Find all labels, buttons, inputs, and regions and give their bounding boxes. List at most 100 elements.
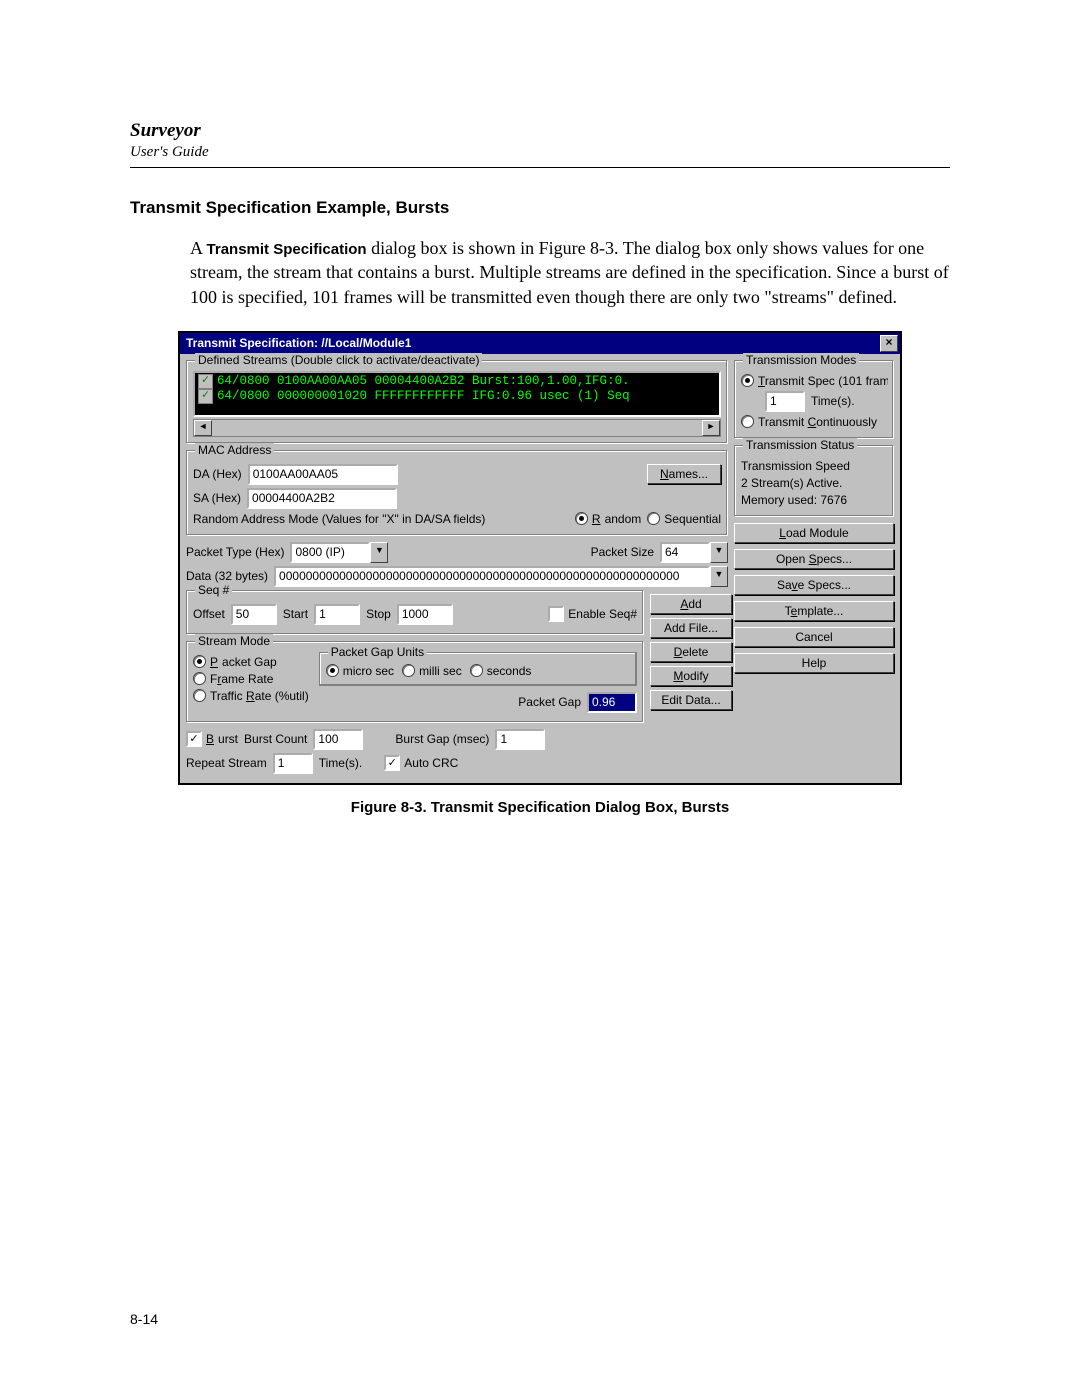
defined-streams-label: Defined Streams (Double click to activat… (195, 353, 482, 367)
burst-checkbox[interactable]: ✓Burst (186, 731, 238, 747)
micro-radio[interactable]: micro sec (326, 664, 394, 678)
tm-times-input[interactable]: 1 (765, 391, 805, 412)
doc-title: Surveyor (130, 120, 950, 142)
packet-size-value[interactable]: 64 (660, 542, 710, 563)
random-mode-label: Random Address Mode (Values for "X" in D… (193, 512, 569, 526)
sequential-radio[interactable]: Sequential (647, 512, 721, 526)
stream-text-1: 64/0800 0100AA00AA05 00004400A2B2 Burst:… (217, 374, 630, 388)
transmit-spec-dialog: Transmit Specification: //Local/Module1 … (178, 331, 902, 785)
packet-gap-units-group: Packet Gap Units micro sec milli sec sec… (319, 652, 637, 686)
horizontal-scrollbar[interactable]: ◄ ► (193, 419, 721, 437)
burst-gap-input[interactable]: 1 (495, 729, 545, 750)
data-label: Data (32 bytes) (186, 569, 268, 583)
traffic-rate-radio[interactable]: Traffic Rate (%util) (193, 689, 309, 703)
transmission-status-group: Transmission Status Transmission Speed 2… (734, 445, 894, 517)
enable-seq-label: Enable Seq# (568, 607, 637, 621)
stop-label: Stop (366, 607, 391, 621)
frame-rate-label: Frame Rate (210, 672, 273, 686)
scroll-left-icon[interactable]: ◄ (194, 420, 212, 436)
modify-button[interactable]: Modify (650, 666, 732, 686)
frame-rate-radio[interactable]: Frame Rate (193, 672, 273, 686)
edit-data-button[interactable]: Edit Data... (650, 690, 732, 710)
data-value[interactable]: 0000000000000000000000000000000000000000… (274, 566, 710, 587)
enable-seq-checkbox[interactable]: Enable Seq# (548, 606, 637, 622)
offset-input[interactable]: 50 (231, 604, 277, 625)
check-icon: ✓ (198, 374, 213, 389)
milli-label: milli sec (419, 664, 462, 678)
chevron-down-icon[interactable]: ▼ (710, 542, 728, 563)
repeat-label: Repeat Stream (186, 756, 267, 770)
traffic-rate-label: Traffic Rate (%util) (210, 689, 309, 703)
da-label: DA (Hex) (193, 467, 242, 481)
sequential-radio-label: Sequential (664, 512, 721, 526)
defined-streams-group: Defined Streams (Double click to activat… (186, 360, 728, 444)
stream-list[interactable]: ✓ 64/0800 0100AA00AA05 00004400A2B2 Burs… (195, 373, 719, 415)
check-icon: ✓ (198, 389, 213, 404)
seconds-label: seconds (487, 664, 532, 678)
tm-times-label: Time(s). (811, 394, 855, 408)
stream-mode-label: Stream Mode (195, 634, 273, 648)
packet-size-dropdown[interactable]: 64 ▼ (660, 542, 728, 563)
milli-radio[interactable]: milli sec (402, 664, 462, 678)
mac-address-group: MAC Address DA (Hex) 0100AA00AA05 NNames… (186, 450, 728, 536)
packet-gap-radio[interactable]: Packet Gap (193, 655, 277, 669)
packet-type-label: Packet Type (Hex) (186, 545, 284, 559)
mac-address-label: MAC Address (195, 443, 274, 457)
packet-gap-input[interactable]: 0.96 (587, 692, 637, 713)
header-rule (130, 167, 950, 168)
times-label: Time(s). (319, 756, 363, 770)
ts-mem: Memory used: 7676 (741, 493, 847, 507)
template-button[interactable]: Template... (734, 601, 894, 621)
da-input[interactable]: 0100AA00AA05 (248, 464, 398, 485)
chevron-down-icon[interactable]: ▼ (370, 542, 388, 563)
para-text-a: A (190, 238, 207, 258)
stream-row-1[interactable]: ✓ 64/0800 0100AA00AA05 00004400A2B2 Burs… (196, 374, 718, 389)
seq-group: Seq # Offset 50 Start 1 Stop 1000 Enab (186, 590, 644, 635)
micro-label: micro sec (343, 664, 394, 678)
dialog-titlebar[interactable]: Transmit Specification: //Local/Module1 … (180, 333, 900, 354)
seconds-radio[interactable]: seconds (470, 664, 532, 678)
start-input[interactable]: 1 (314, 604, 360, 625)
page-number: 8-14 (130, 1311, 158, 1327)
transmission-modes-label: Transmission Modes (743, 353, 859, 367)
dialog-title: Transmit Specification: //Local/Module1 (186, 336, 411, 350)
transmit-spec-radio[interactable]: Transmit Spec (101 frames (741, 374, 888, 388)
open-specs-button[interactable]: Open Specs... (734, 549, 894, 569)
section-heading: Transmit Specification Example, Bursts (130, 198, 950, 218)
random-radio-label: andom (605, 512, 642, 526)
data-dropdown[interactable]: 0000000000000000000000000000000000000000… (274, 566, 728, 587)
packet-type-dropdown[interactable]: 0800 (IP) ▼ (290, 542, 388, 563)
sa-label: SA (Hex) (193, 491, 241, 505)
packet-type-value[interactable]: 0800 (IP) (290, 542, 370, 563)
names-button[interactable]: NNames...ames... (647, 464, 721, 484)
load-module-button[interactable]: Load Module (734, 523, 894, 543)
random-radio[interactable]: Random (575, 512, 641, 526)
help-button[interactable]: Help (734, 653, 894, 673)
stop-input[interactable]: 1000 (397, 604, 453, 625)
repeat-input[interactable]: 1 (273, 753, 313, 774)
stream-mode-group: Stream Mode Packet Gap Frame Rate Traffi… (186, 641, 644, 723)
transmission-status-label: Transmission Status (743, 438, 857, 452)
cancel-button[interactable]: Cancel (734, 627, 894, 647)
packet-gap-label: Packet Gap (518, 695, 581, 709)
start-label: Start (283, 607, 308, 621)
close-icon[interactable]: × (880, 335, 898, 352)
doc-subtitle: User's Guide (130, 144, 950, 161)
stream-text-2: 64/0800 000000001020 FFFFFFFFFFFF IFG:0.… (217, 389, 630, 403)
transmit-continuously-radio[interactable]: Transmit Continuously (741, 415, 877, 429)
scroll-right-icon[interactable]: ► (702, 420, 720, 436)
offset-label: Offset (193, 607, 225, 621)
add-button[interactable]: Add (650, 594, 732, 614)
packet-size-label: Packet Size (591, 545, 654, 559)
stream-row-2[interactable]: ✓ 64/0800 000000001020 FFFFFFFFFFFF IFG:… (196, 389, 718, 404)
auto-crc-checkbox[interactable]: ✓Auto CRC (384, 755, 458, 771)
add-file-button[interactable]: Add File... (650, 618, 732, 638)
packet-gap-units-label: Packet Gap Units (328, 645, 427, 659)
burst-count-label: Burst Count (244, 732, 307, 746)
delete-button[interactable]: Delete (650, 642, 732, 662)
save-specs-button[interactable]: Save Specs... (734, 575, 894, 595)
auto-crc-label: Auto CRC (404, 756, 458, 770)
burst-count-input[interactable]: 100 (313, 729, 363, 750)
chevron-down-icon[interactable]: ▼ (710, 566, 728, 587)
sa-input[interactable]: 00004400A2B2 (247, 488, 397, 509)
